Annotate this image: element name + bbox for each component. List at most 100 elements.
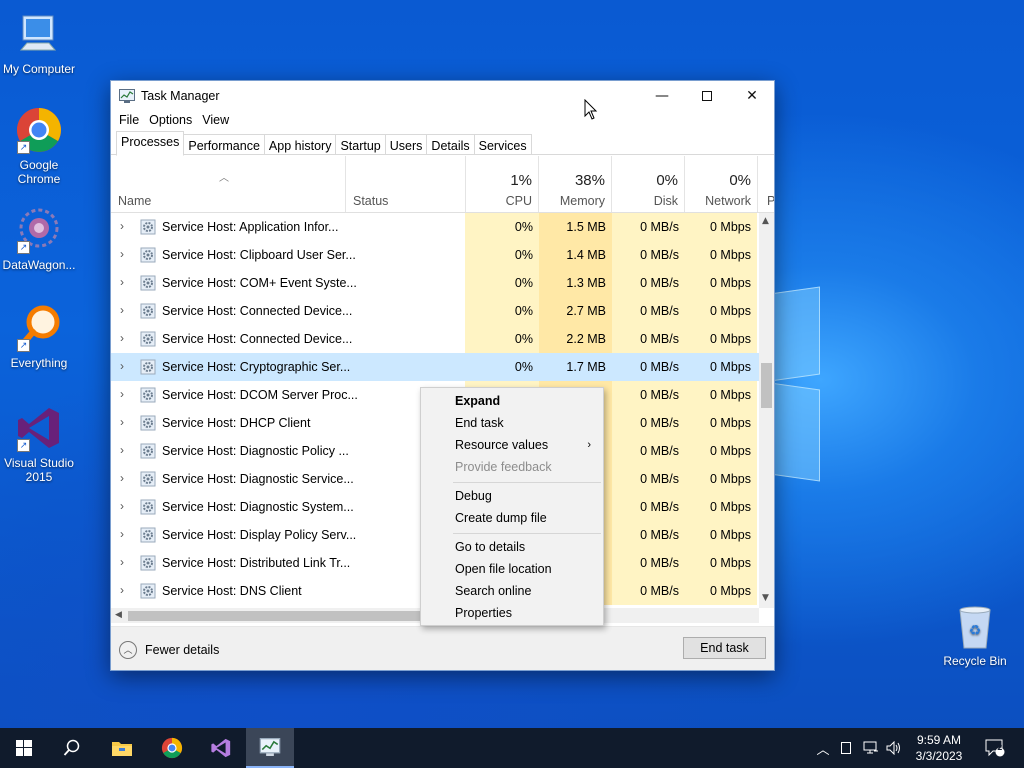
menu-item-resource-values[interactable]: Resource values › xyxy=(421,435,603,457)
expand-chevron-icon[interactable]: › xyxy=(120,303,124,317)
column-header-disk[interactable]: 0% Disk xyxy=(612,156,685,212)
process-name: Service Host: Diagnostic System... xyxy=(162,500,354,514)
menu-options[interactable]: Options xyxy=(149,111,198,131)
table-row[interactable]: › Service Host: Connected Device... 0% 2.7 … xyxy=(111,297,761,325)
tray-show-hidden[interactable]: ︿ xyxy=(813,728,833,768)
menu-item-debug[interactable]: Debug xyxy=(421,486,603,508)
menu-view[interactable]: View xyxy=(202,111,235,131)
minimize-button[interactable]: — xyxy=(639,81,685,111)
expand-chevron-icon[interactable]: › xyxy=(120,331,124,345)
cpu-cell: 0% xyxy=(465,325,539,353)
tab-details[interactable]: Details xyxy=(427,134,475,155)
scrollbar-thumb[interactable] xyxy=(761,363,772,408)
expand-chevron-icon[interactable]: › xyxy=(120,275,124,289)
expand-chevron-icon[interactable]: › xyxy=(120,387,124,401)
scroll-up-icon[interactable]: ▲ xyxy=(762,216,769,226)
action-center-button[interactable]: 2 xyxy=(980,728,1010,768)
table-row[interactable]: › Service Host: Application Infor... 0% 1.5… xyxy=(111,213,761,241)
vertical-scrollbar[interactable]: ▲ ▼ xyxy=(759,213,774,608)
scrollbar-thumb[interactable] xyxy=(128,611,428,621)
end-task-button[interactable]: End task xyxy=(683,637,766,659)
tab-app-history[interactable]: App history xyxy=(264,134,337,155)
gear-icon xyxy=(140,443,156,459)
menu-item-create-dump-file[interactable]: Create dump file xyxy=(421,508,603,530)
taskbar-visual-studio[interactable] xyxy=(197,728,245,768)
taskbar-file-explorer[interactable] xyxy=(98,728,146,768)
menu-item-search-online[interactable]: Search online xyxy=(421,581,603,603)
menu-separator xyxy=(453,482,601,483)
menu-item-end-task[interactable]: End task xyxy=(421,413,603,435)
desktop-icon-recycle-bin[interactable]: ♻ Recycle Bin xyxy=(936,602,1014,668)
tab-services[interactable]: Services xyxy=(474,134,532,155)
menu-item-open-file-location[interactable]: Open file location xyxy=(421,559,603,581)
tab-performance[interactable]: Performance xyxy=(184,134,265,155)
windows-start-icon xyxy=(16,740,32,756)
desktop-icon-everything[interactable]: ↗ Everything xyxy=(0,304,78,370)
taskbar-chrome[interactable] xyxy=(148,728,196,768)
close-button[interactable]: ✕ xyxy=(729,81,775,111)
disk-cell: 0 MB/s xyxy=(612,549,685,577)
chrome-icon xyxy=(161,737,183,759)
gear-icon xyxy=(140,415,156,431)
column-header-name[interactable]: ︿ Name xyxy=(111,156,346,212)
desktop-icon-visual-studio[interactable]: ↗ Visual Studio 2015 xyxy=(0,404,78,484)
network-cell: 0 Mbps xyxy=(685,297,757,325)
menu-item-label: Provide feedback xyxy=(455,460,552,474)
submenu-chevron-icon: › xyxy=(587,439,591,451)
expand-chevron-icon[interactable]: › xyxy=(120,527,124,541)
scroll-down-icon[interactable]: ▼ xyxy=(762,593,769,603)
menu-file[interactable]: File xyxy=(119,111,145,131)
taskbar-clock[interactable]: 9:59 AM 3/3/2023 xyxy=(906,732,972,764)
table-row[interactable]: › Service Host: COM+ Event Syste... 0% 1.3 … xyxy=(111,269,761,297)
table-row[interactable]: › Service Host: Cryptographic Ser... 0% 1.7… xyxy=(111,353,761,381)
menu-item-properties[interactable]: Properties xyxy=(421,603,603,625)
taskbar-task-manager[interactable] xyxy=(246,728,294,768)
table-row[interactable]: › Service Host: Clipboard User Ser... 0% 1.… xyxy=(111,241,761,269)
start-button[interactable] xyxy=(0,728,48,768)
table-row[interactable]: › Service Host: Connected Device... 0% 2.2 … xyxy=(111,325,761,353)
expand-chevron-icon[interactable]: › xyxy=(120,471,124,485)
expand-chevron-icon[interactable]: › xyxy=(120,359,124,373)
expand-chevron-icon[interactable]: › xyxy=(120,555,124,569)
desktop-icon-my-computer[interactable]: My Computer xyxy=(0,10,78,76)
desktop-icon-datawagon[interactable]: ↗ DataWagon... xyxy=(0,206,78,272)
chevron-up-icon: ︿ xyxy=(119,641,137,659)
tab-processes[interactable]: Processes xyxy=(116,131,185,156)
process-name: Service Host: Connected Device... xyxy=(162,304,353,318)
menu-item-go-to-details[interactable]: Go to details xyxy=(421,537,603,559)
tab-users[interactable]: Users xyxy=(385,134,428,155)
column-header-row: ︿ Name Status 1% CPU 38% Memory 0% Disk … xyxy=(111,156,774,213)
disk-cell: 0 MB/s xyxy=(612,353,685,381)
expand-chevron-icon[interactable]: › xyxy=(120,499,124,513)
expand-chevron-icon[interactable]: › xyxy=(120,247,124,261)
fewer-details-button[interactable]: ︿ Fewer details xyxy=(119,641,219,659)
tray-tablet-icon[interactable] xyxy=(837,728,855,768)
shortcut-arrow-icon: ↗ xyxy=(17,339,30,352)
expand-chevron-icon[interactable]: › xyxy=(120,583,124,597)
desktop-icon-google-chrome[interactable]: ↗ Google Chrome xyxy=(0,106,78,186)
column-header-network[interactable]: 0% Network xyxy=(685,156,758,212)
expand-chevron-icon[interactable]: › xyxy=(120,219,124,233)
network-cell: 0 Mbps xyxy=(685,465,757,493)
expand-chevron-icon[interactable]: › xyxy=(120,415,124,429)
tray-network[interactable] xyxy=(860,728,882,768)
network-cell: 0 Mbps xyxy=(685,381,757,409)
task-manager-icon xyxy=(259,738,281,756)
process-name: Service Host: DNS Client xyxy=(162,584,302,598)
disk-cell: 0 MB/s xyxy=(612,521,685,549)
title-bar[interactable]: Task Manager — ✕ xyxy=(111,81,774,111)
expand-chevron-icon[interactable]: › xyxy=(120,443,124,457)
tray-volume[interactable] xyxy=(884,728,904,768)
network-icon xyxy=(863,741,878,754)
tab-startup[interactable]: Startup xyxy=(336,134,386,155)
menu-item-expand[interactable]: Expand xyxy=(421,391,603,413)
column-header-partial[interactable]: P xyxy=(758,156,774,212)
column-header-cpu[interactable]: 1% CPU xyxy=(466,156,539,212)
network-cell: 0 Mbps xyxy=(685,493,757,521)
search-button[interactable] xyxy=(48,728,96,768)
network-cell: 0 Mbps xyxy=(685,577,757,605)
column-header-status[interactable]: Status xyxy=(346,156,466,212)
maximize-button[interactable] xyxy=(684,81,730,111)
column-header-memory[interactable]: 38% Memory xyxy=(539,156,612,212)
scroll-left-icon[interactable]: ◀ xyxy=(115,610,122,620)
